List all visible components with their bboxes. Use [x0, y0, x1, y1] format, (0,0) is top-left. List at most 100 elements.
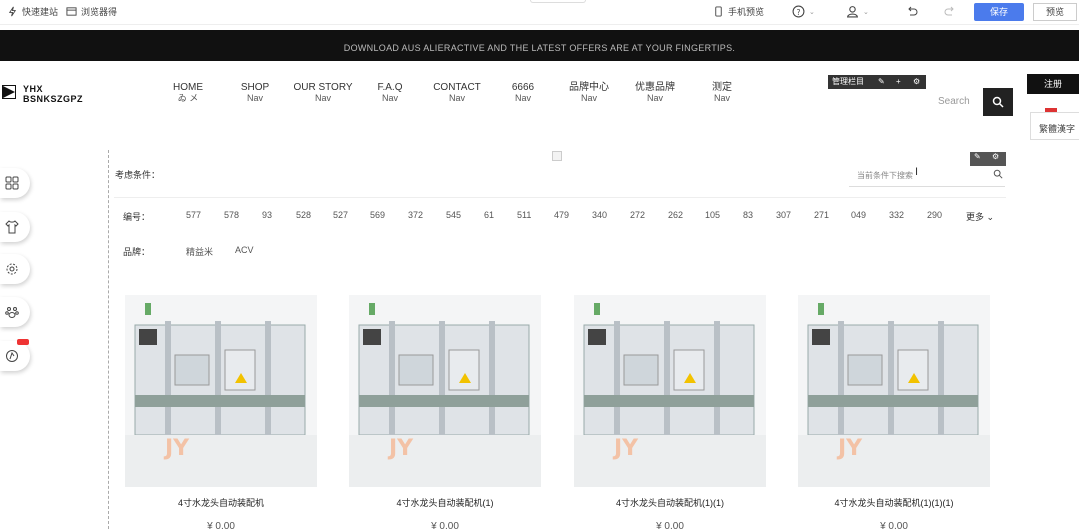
- code-option[interactable]: 372: [408, 210, 423, 220]
- promo-banner: DOWNLOAD AUS ALIERACTIVE AND THE LATEST …: [0, 30, 1079, 61]
- logo-icon[interactable]: [2, 85, 16, 99]
- mobile-preview-item[interactable]: 手机预览: [713, 5, 764, 18]
- manage-column-label: 管理栏目: [832, 77, 864, 86]
- text-cursor-icon: I: [915, 166, 919, 178]
- section-handle[interactable]: [552, 151, 562, 161]
- edit-icon[interactable]: ✎: [878, 75, 885, 89]
- code-option[interactable]: 271: [814, 210, 829, 220]
- code-option[interactable]: 262: [668, 210, 683, 220]
- nav-label: OUR STORY: [293, 82, 353, 93]
- nav-shop[interactable]: SHOP Nav: [225, 82, 285, 104]
- code-option[interactable]: 83: [743, 210, 753, 220]
- nav-contact[interactable]: CONTACT Nav: [427, 82, 487, 104]
- quick-build-item[interactable]: 快速建站: [7, 5, 58, 18]
- new-badge: [17, 339, 29, 345]
- register-button[interactable]: 注册: [1027, 74, 1079, 94]
- search-button[interactable]: [983, 88, 1013, 116]
- code-option[interactable]: 577: [186, 210, 201, 220]
- code-option[interactable]: 340: [592, 210, 607, 220]
- filter-search-input[interactable]: 当前条件下搜索: [857, 170, 913, 181]
- svg-text:JY: JY: [387, 436, 414, 461]
- nav-label: 优惠品牌: [635, 82, 675, 93]
- code-option[interactable]: 511: [517, 210, 531, 220]
- nav-label: 测定: [712, 82, 732, 93]
- help-menu[interactable]: ? ⌄: [792, 5, 815, 18]
- product-name[interactable]: 4寸水龙头自动装配机(1)(1): [574, 496, 766, 509]
- settings-icon[interactable]: ⚙: [913, 75, 920, 89]
- filter-divider: [114, 197, 1006, 198]
- product-image[interactable]: JY: [798, 295, 990, 487]
- chevron-down-icon: ⌄: [809, 8, 815, 16]
- nav-test[interactable]: 测定 Nav: [692, 82, 752, 104]
- browser-item[interactable]: 浏览器得: [66, 5, 117, 18]
- nav-faq[interactable]: F.A.Q Nav: [360, 82, 420, 104]
- svg-text:JY: JY: [612, 436, 639, 461]
- manage-column-bar[interactable]: 管理栏目 ✎ + ⚙: [828, 75, 926, 89]
- filter-title: 考虑条件：: [115, 170, 161, 180]
- code-option[interactable]: 528: [296, 210, 311, 220]
- code-option[interactable]: 332: [889, 210, 904, 220]
- code-option[interactable]: 93: [262, 210, 272, 220]
- shirt-icon: [5, 220, 19, 234]
- collapse-handle[interactable]: [530, 0, 586, 3]
- code-option[interactable]: 61: [484, 210, 494, 220]
- settings-icon[interactable]: ⚙: [992, 152, 999, 161]
- product-name[interactable]: 4寸水龙头自动装配机(1)(1)(1): [798, 496, 990, 509]
- preview-button[interactable]: 预览: [1033, 3, 1077, 21]
- grid-icon: [5, 176, 19, 190]
- language-selector[interactable]: 繁體漢字: [1030, 112, 1079, 140]
- more-label: 更多: [966, 212, 985, 222]
- sidebar-settings-button[interactable]: [0, 254, 30, 284]
- filter-search-box[interactable]: 当前条件下搜索 I: [849, 164, 1005, 187]
- edit-icon[interactable]: ✎: [974, 152, 981, 161]
- code-option[interactable]: 527: [333, 210, 348, 220]
- app-icon: [6, 350, 18, 362]
- nav-6666[interactable]: 6666 Nav: [493, 82, 553, 104]
- product-image[interactable]: JY: [349, 295, 541, 487]
- product-image[interactable]: JY: [125, 295, 317, 487]
- code-option[interactable]: 290: [927, 210, 942, 220]
- nav-brand-center[interactable]: 品牌中心 Nav: [559, 82, 619, 104]
- sidebar-components-button[interactable]: [0, 168, 30, 198]
- chevron-down-icon: ⌄: [986, 212, 995, 222]
- brand-option[interactable]: ACV: [235, 245, 254, 255]
- code-option[interactable]: 578: [224, 210, 239, 220]
- code-option[interactable]: 569: [370, 210, 385, 220]
- sidebar-plugins-button[interactable]: [0, 297, 30, 327]
- nav-home[interactable]: HOME ゐ メ: [158, 82, 218, 104]
- code-option[interactable]: 479: [554, 210, 569, 220]
- gear-icon: [6, 263, 18, 275]
- sidebar-apps-button[interactable]: [0, 339, 30, 371]
- product-image[interactable]: JY: [574, 295, 766, 487]
- code-option[interactable]: 105: [705, 210, 720, 220]
- code-option[interactable]: 049: [851, 210, 866, 220]
- search-label[interactable]: Search: [938, 96, 970, 107]
- nav-label: HOME: [173, 82, 203, 93]
- product-card[interactable]: JY 4寸水龙头自动装配机 ¥ 0.00: [125, 295, 317, 532]
- product-name[interactable]: 4寸水龙头自动装配机: [125, 496, 317, 509]
- product-name[interactable]: 4寸水龙头自动装配机(1): [349, 496, 541, 509]
- search-icon[interactable]: [993, 169, 1003, 179]
- product-card[interactable]: JY 4寸水龙头自动装配机(1)(1)(1) ¥ 0.00: [798, 295, 990, 532]
- code-option[interactable]: 272: [630, 210, 645, 220]
- brand-option[interactable]: 精益米: [186, 245, 213, 258]
- redo-icon[interactable]: [944, 5, 956, 17]
- product-card[interactable]: JY 4寸水龙头自动装配机(1) ¥ 0.00: [349, 295, 541, 532]
- code-option[interactable]: 307: [776, 210, 791, 220]
- save-button[interactable]: 保存: [974, 3, 1024, 21]
- user-menu[interactable]: ⌄: [846, 5, 869, 18]
- svg-text:JY: JY: [163, 436, 190, 461]
- logo-text[interactable]: YHX BSNKSZGPZ: [23, 84, 83, 104]
- content-divider: [108, 150, 109, 529]
- nav-label: CONTACT: [433, 82, 481, 93]
- editor-toolbar: 快速建站 浏览器得 手机预览 ? ⌄ ⌄ 保存 预览: [0, 0, 1079, 25]
- code-option[interactable]: 545: [446, 210, 461, 220]
- nav-label: 品牌中心: [569, 82, 609, 93]
- nav-discount-brands[interactable]: 优惠品牌 Nav: [625, 82, 685, 104]
- plus-icon[interactable]: +: [896, 75, 901, 89]
- product-card[interactable]: JY 4寸水龙头自动装配机(1)(1) ¥ 0.00: [574, 295, 766, 532]
- nav-our-story[interactable]: OUR STORY Nav: [293, 82, 353, 104]
- undo-icon[interactable]: [906, 5, 918, 17]
- sidebar-theme-button[interactable]: [0, 212, 30, 242]
- more-button[interactable]: 更多 ⌄: [966, 210, 994, 223]
